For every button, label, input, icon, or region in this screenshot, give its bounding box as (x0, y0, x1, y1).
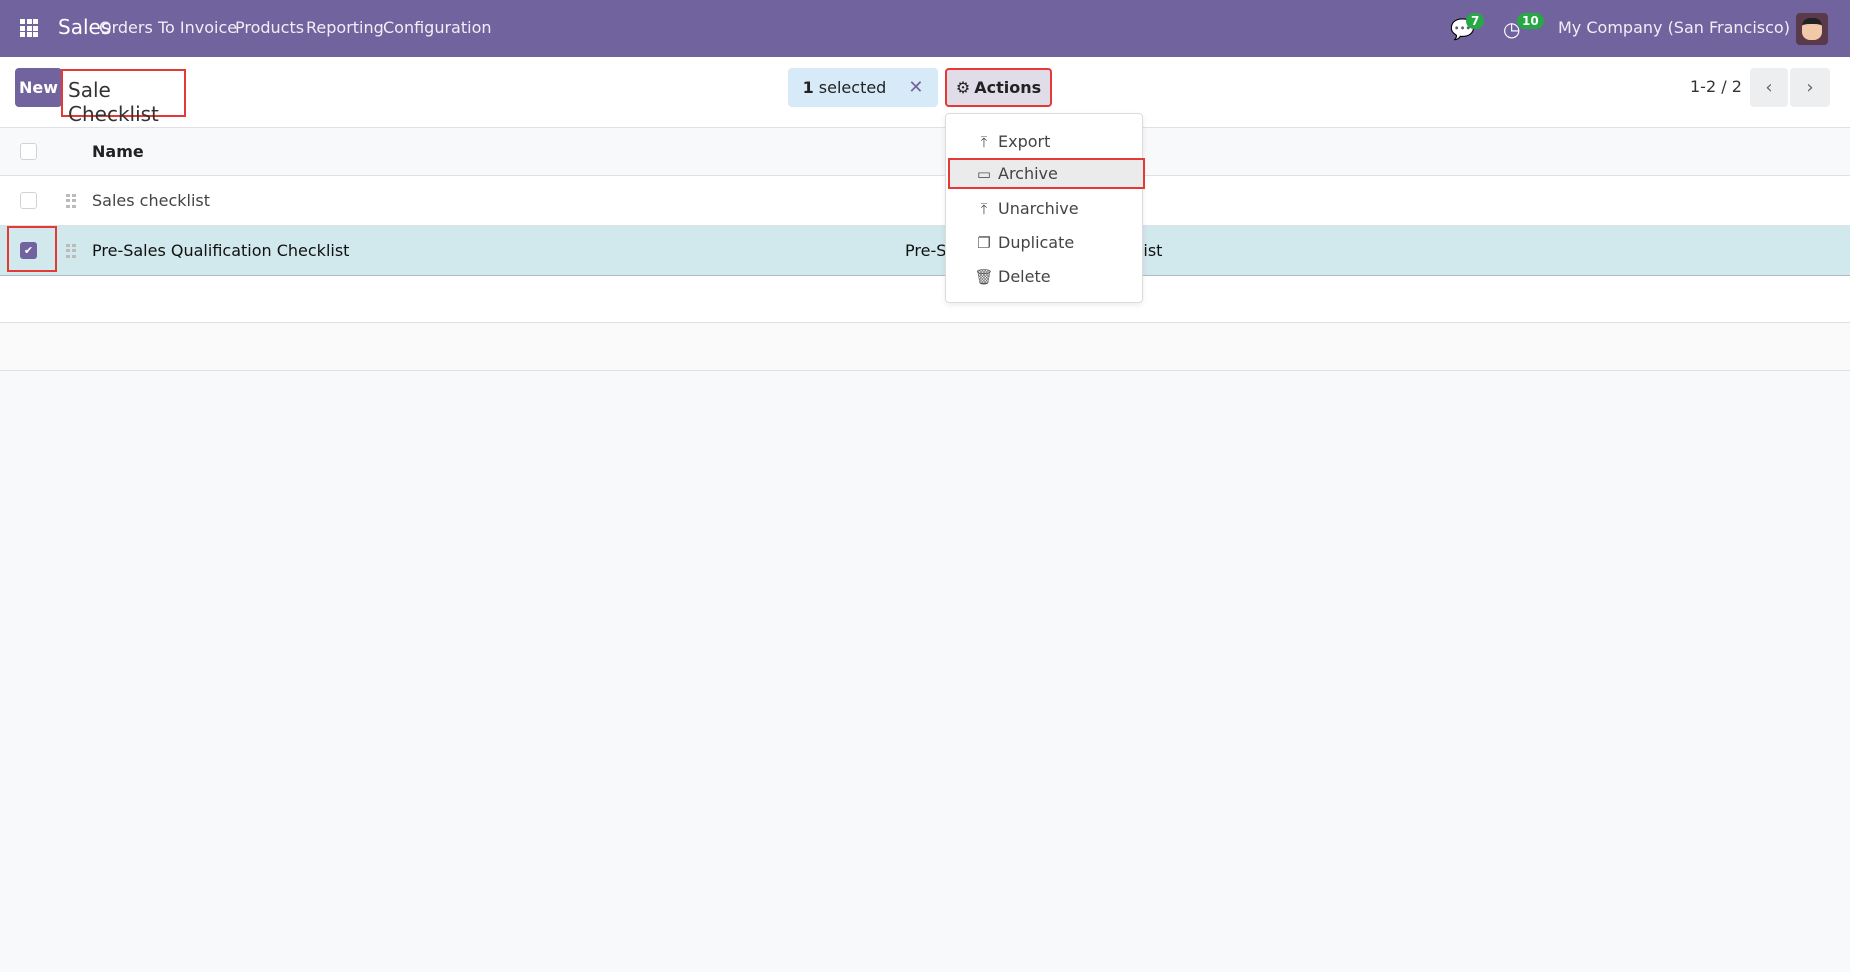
table-row-selected[interactable]: ✔ Pre-Sales Qualification Checklist Pre-… (0, 226, 1850, 276)
unarchive-icon: ⤒ (980, 199, 988, 218)
menu-to-invoice[interactable]: To Invoice (158, 18, 237, 37)
copy-icon: ❐ (977, 233, 991, 252)
new-button[interactable]: New (15, 68, 62, 107)
activities-button[interactable]: ◷ 10 (1503, 13, 1544, 41)
menu-item-label: Export (998, 132, 1051, 151)
gear-icon: ⚙ (955, 78, 971, 97)
table-row[interactable]: Sales checklist (0, 176, 1850, 226)
menu-item-label: Duplicate (998, 233, 1075, 252)
select-all-checkbox[interactable] (20, 143, 37, 160)
menu-item-label: Archive (998, 164, 1058, 183)
page-title: Sale Checklist (61, 69, 186, 126)
actions-label: Actions (974, 78, 1042, 97)
selected-count: 1 (802, 78, 814, 97)
menu-item-unarchive[interactable]: ⤒ Unarchive (946, 193, 1143, 224)
activities-badge: 10 (1517, 13, 1544, 29)
column-header-name[interactable]: Name (92, 142, 144, 161)
upload-icon: ⤒ (980, 132, 988, 151)
empty-row (0, 276, 1850, 323)
chevron-right-icon: › (1806, 77, 1814, 98)
page-title-text: Sale Checklist (68, 78, 159, 126)
pager-previous[interactable]: ‹ (1750, 68, 1788, 107)
company-switcher[interactable]: My Company (San Francisco) (1558, 18, 1790, 37)
clear-selection-icon[interactable]: ✕ (908, 77, 923, 98)
actions-dropdown: ⤒ Export ▭ Archive ⤒ Unarchive ❐ Duplicate 🗑… (945, 113, 1145, 303)
actions-button[interactable]: ⚙ Actions (945, 68, 1052, 107)
menu-item-export[interactable]: ⤒ Export (946, 126, 1143, 157)
menu-item-label: Delete (998, 267, 1051, 286)
table-header: Name (0, 128, 1850, 176)
row-checkbox[interactable] (20, 192, 37, 209)
selection-badge: 1 selected ✕ (788, 68, 938, 107)
pager-value[interactable]: 1-2 / 2 (1690, 77, 1742, 96)
menu-item-duplicate[interactable]: ❐ Duplicate (946, 227, 1143, 258)
menu-orders[interactable]: Orders (99, 18, 153, 37)
row-name: Sales checklist (92, 191, 211, 210)
menu-reporting[interactable]: Reporting (306, 18, 384, 37)
apps-menu-icon[interactable] (20, 19, 38, 37)
avatar-face-icon (1802, 18, 1822, 40)
row-name: Pre-Sales Qualification Checklist (92, 241, 350, 260)
control-panel: New Sale Checklist 1 selected ✕ ⚙ Actions… (0, 57, 1850, 128)
menu-item-archive[interactable]: ▭ Archive (948, 158, 1145, 189)
menu-configuration[interactable]: Configuration (383, 18, 492, 37)
drag-handle-icon[interactable] (66, 194, 76, 208)
drag-handle-icon[interactable] (66, 244, 76, 258)
menu-item-delete[interactable]: 🗑 Delete (946, 261, 1143, 292)
top-navbar: Sales Orders To Invoice Products Reporti… (0, 0, 1850, 57)
trash-icon: 🗑 (974, 267, 994, 286)
empty-row (0, 323, 1850, 371)
selected-label: selected (818, 78, 887, 97)
menu-products[interactable]: Products (235, 18, 304, 37)
row-checkbox-checked[interactable]: ✔ (20, 242, 37, 259)
messages-badge: 7 (1466, 13, 1485, 29)
user-avatar[interactable] (1796, 13, 1828, 45)
pager-next[interactable]: › (1790, 68, 1830, 107)
messages-button[interactable]: 💬 7 (1450, 13, 1485, 41)
menu-item-label: Unarchive (998, 199, 1079, 218)
chevron-left-icon: ‹ (1765, 77, 1773, 98)
inbox-icon: ▭ (976, 164, 992, 183)
